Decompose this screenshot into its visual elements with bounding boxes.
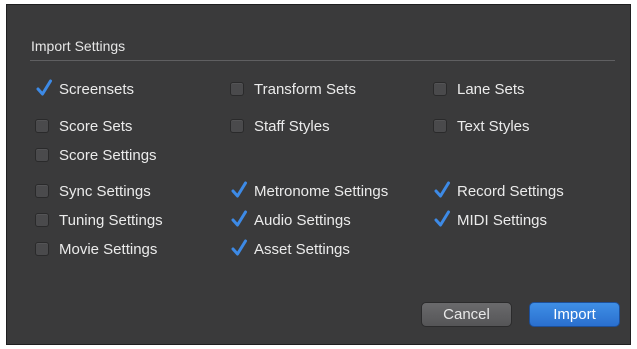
checkbox-label: Text Styles (457, 117, 530, 135)
checkbox-box-checked[interactable] (35, 79, 52, 96)
checkbox-box-checked[interactable] (433, 181, 450, 198)
checkbox-movie-settings[interactable]: Movie Settings (35, 238, 157, 260)
checkbox-audio-settings[interactable]: Audio Settings (230, 209, 351, 231)
checkbox-lane-sets[interactable]: Lane Sets (433, 78, 525, 100)
checkbox-midi-settings[interactable]: MIDI Settings (433, 209, 547, 231)
checkbox-box[interactable] (35, 213, 49, 227)
checkbox-score-settings[interactable]: Score Settings (35, 144, 157, 166)
checkbox-box-checked[interactable] (230, 239, 247, 256)
checkbox-label: MIDI Settings (457, 211, 548, 229)
checkbox-text-styles[interactable]: Text Styles (433, 115, 530, 137)
checkbox-box-checked[interactable] (230, 181, 247, 198)
checkbox-score-sets[interactable]: Score Sets (35, 115, 132, 137)
checkbox-label: Screensets (59, 80, 135, 98)
checkbox-box[interactable] (433, 119, 447, 133)
checkbox-box-checked[interactable] (433, 210, 450, 227)
divider (30, 60, 615, 61)
import-button[interactable]: Import (529, 302, 620, 327)
checkmark-icon (434, 210, 450, 227)
checkbox-metronome-settings[interactable]: Metronome Settings (230, 180, 388, 202)
checkmark-icon (36, 79, 52, 96)
checkbox-label: Sync Settings (59, 182, 151, 200)
checkbox-label: Tuning Settings (59, 211, 163, 229)
checkbox-label: Movie Settings (59, 240, 158, 258)
section-title: Import Settings (31, 38, 126, 54)
checkbox-label: Lane Sets (457, 80, 525, 98)
checkbox-asset-settings[interactable]: Asset Settings (230, 238, 350, 260)
checkbox-box[interactable] (35, 242, 49, 256)
checkmark-icon (434, 181, 450, 198)
checkbox-label: Score Sets (59, 117, 133, 135)
checkbox-screensets[interactable]: Screensets (35, 78, 134, 100)
checkmark-icon (231, 181, 247, 198)
checkbox-box[interactable] (230, 82, 244, 96)
checkmark-icon (231, 210, 247, 227)
checkbox-tuning-settings[interactable]: Tuning Settings (35, 209, 163, 231)
checkbox-label: Transform Sets (254, 80, 356, 98)
checkbox-label: Asset Settings (254, 240, 350, 258)
checkbox-label: Staff Styles (254, 117, 330, 135)
import-settings-dialog: Import Settings Screensets Transform Set… (6, 4, 631, 345)
checkbox-record-settings[interactable]: Record Settings (433, 180, 564, 202)
cancel-button[interactable]: Cancel (421, 302, 512, 327)
checkbox-box[interactable] (35, 119, 49, 133)
checkbox-label: Metronome Settings (254, 182, 389, 200)
checkbox-staff-styles[interactable]: Staff Styles (230, 115, 330, 137)
checkbox-label: Audio Settings (254, 211, 351, 229)
checkbox-box[interactable] (35, 184, 49, 198)
checkbox-sync-settings[interactable]: Sync Settings (35, 180, 151, 202)
checkbox-box-checked[interactable] (230, 210, 247, 227)
checkmark-icon (231, 239, 247, 256)
checkbox-label: Record Settings (457, 182, 564, 200)
checkbox-label: Score Settings (59, 146, 157, 164)
checkbox-box[interactable] (35, 148, 49, 162)
checkbox-transform-sets[interactable]: Transform Sets (230, 78, 356, 100)
checkbox-box[interactable] (230, 119, 244, 133)
checkbox-box[interactable] (433, 82, 447, 96)
